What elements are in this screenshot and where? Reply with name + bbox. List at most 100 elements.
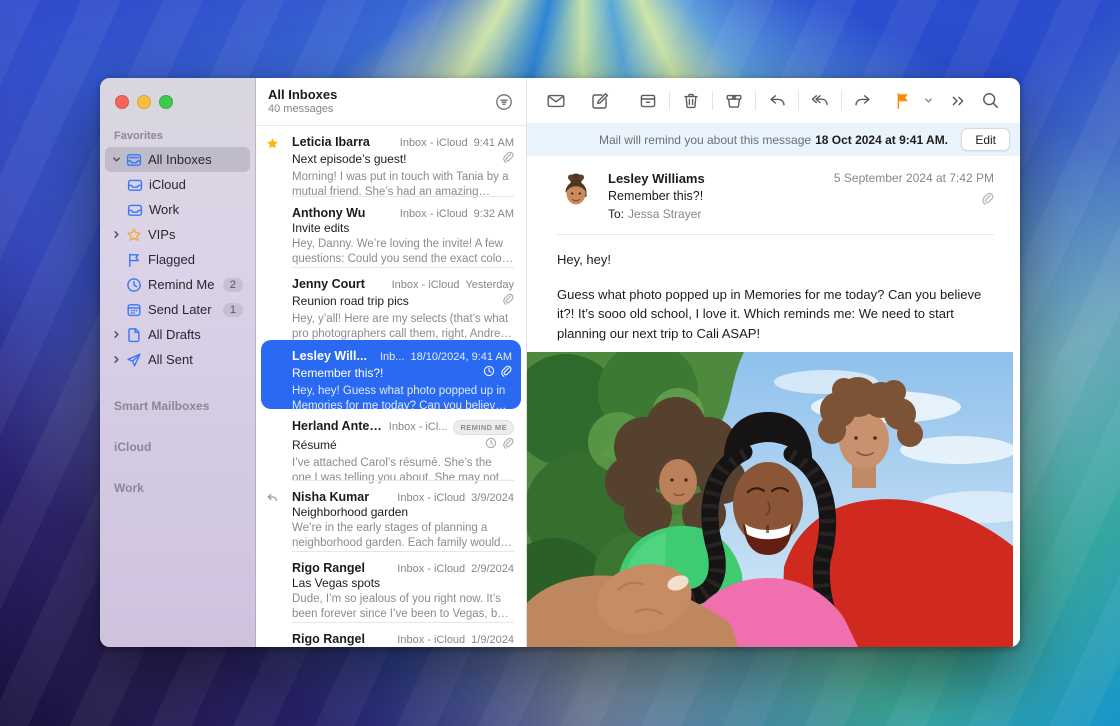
sidebar-item-send-later[interactable]: Send Later 1 <box>105 297 250 322</box>
message-mailbox: Inb... <box>380 351 404 363</box>
chevron-down-icon[interactable] <box>110 155 123 164</box>
inbox-tray-icon <box>124 202 145 218</box>
clock-icon <box>123 277 144 293</box>
photo-attachment[interactable] <box>527 352 1013 647</box>
forward-button[interactable] <box>847 87 879 115</box>
reply-button[interactable] <box>761 87 793 115</box>
message-row[interactable]: Jenny Court Inbox - iCloud Yesterday Reu… <box>256 268 526 339</box>
sidebar-item-label: All Drafts <box>148 327 201 342</box>
sidebar-item-all-inboxes[interactable]: All Inboxes <box>105 147 250 172</box>
star-icon <box>123 227 144 243</box>
sidebar-item-flagged[interactable]: Flagged <box>105 247 250 272</box>
sidebar-item-label: Flagged <box>148 252 195 267</box>
body-paragraph: Guess what photo popped up in Memories f… <box>557 285 990 344</box>
sidebar: Favorites All Inboxes iCloud Work VIPs <box>100 78 256 647</box>
toolbar-divider <box>841 91 842 110</box>
message-preview: Morning! I was put in touch with Tania b… <box>292 170 514 201</box>
close-window-button[interactable] <box>115 95 129 109</box>
paperclip-icon <box>502 150 514 168</box>
sidebar-item-vips[interactable]: VIPs <box>105 222 250 247</box>
flag-icon <box>123 252 144 268</box>
desktop-wallpaper: Favorites All Inboxes iCloud Work VIPs <box>0 0 1120 726</box>
body-greeting: Hey, hey! <box>557 250 990 270</box>
document-icon <box>123 327 144 343</box>
message-date: 9:32 AM <box>474 208 514 220</box>
chevron-right-icon[interactable] <box>110 230 123 239</box>
replied-icon <box>266 492 278 504</box>
message-sender: Anthony Wu <box>292 206 394 220</box>
clock-icon <box>485 436 497 454</box>
unread-count-badge: 2 <box>223 278 243 292</box>
clock-icon <box>483 364 495 382</box>
paperclip-icon <box>502 436 514 454</box>
recipient-name[interactable]: Jessa Strayer <box>628 207 701 221</box>
toolbar-divider <box>798 91 799 110</box>
junk-button[interactable] <box>718 87 750 115</box>
work-section-label[interactable]: Work <box>114 481 255 495</box>
message-date: Yesterday <box>465 279 514 291</box>
smart-mailboxes-section-label[interactable]: Smart Mailboxes <box>114 399 255 413</box>
message-sender: Rigo Rangel <box>292 561 391 575</box>
zoom-window-button[interactable] <box>159 95 173 109</box>
message-mailbox: Inbox - iCloud <box>397 563 465 575</box>
toolbar-divider <box>755 91 756 110</box>
message-row[interactable]: Nisha Kumar Inbox - iCloud 3/9/2024 Neig… <box>256 481 526 552</box>
message-mailbox: Inbox - iCloud <box>400 137 468 149</box>
message-date: 2/9/2024 <box>471 563 514 575</box>
message-date: 5 September 2024 at 7:42 PM <box>834 171 994 185</box>
search-button[interactable] <box>974 87 1006 115</box>
sidebar-item-label: Work <box>149 202 179 217</box>
minimize-window-button[interactable] <box>137 95 151 109</box>
message-row[interactable]: Leticia Ibarra Inbox - iCloud 9:41 AM Ne… <box>256 126 526 197</box>
inbox-stack-icon <box>123 152 144 168</box>
more-toolbar-items-button[interactable] <box>942 87 974 115</box>
sidebar-item-label: Send Later <box>148 302 212 317</box>
sidebar-item-label: Remind Me <box>148 277 214 292</box>
message-row[interactable]: Rigo Rangel Inbox - iCloud 1/9/2024 <box>256 623 526 643</box>
toolbar-divider <box>669 91 670 110</box>
message-row[interactable]: Herland Antezana Inbox - iCl... REMIND M… <box>256 410 526 481</box>
message-subject-line: Remember this?! <box>608 189 834 203</box>
reminder-text: Mail will remind you about this message <box>599 133 811 147</box>
message-subject: Remember this?! <box>292 366 483 380</box>
message-preview: Dude, I’m so jealous of you right now. I… <box>292 592 514 623</box>
flag-button[interactable] <box>887 87 919 115</box>
trash-button[interactable] <box>675 87 707 115</box>
sidebar-item-all-drafts[interactable]: All Drafts <box>105 322 250 347</box>
flag-menu-chevron-icon[interactable] <box>919 87 937 115</box>
message-subject: Reunion road trip pics <box>292 294 502 308</box>
message-mailbox: Inbox - iCloud <box>397 492 465 504</box>
toolbar <box>527 78 1020 123</box>
icloud-section-label[interactable]: iCloud <box>114 440 255 454</box>
sender-avatar[interactable] <box>557 171 595 209</box>
edit-reminder-button[interactable]: Edit <box>961 128 1010 151</box>
sidebar-item-all-sent[interactable]: All Sent <box>105 347 250 372</box>
sidebar-item-icloud-inbox[interactable]: iCloud <box>119 172 250 197</box>
message-row[interactable]: Rigo Rangel Inbox - iCloud 2/9/2024 Las … <box>256 552 526 623</box>
sidebar-item-label: VIPs <box>148 227 175 242</box>
message-date: 18/10/2024, 9:41 AM <box>410 351 512 363</box>
message-subject: Résumé <box>292 438 485 452</box>
filter-button[interactable] <box>495 93 513 111</box>
archive-button[interactable] <box>632 87 664 115</box>
chevron-right-icon[interactable] <box>110 330 123 339</box>
paperclip-icon <box>500 364 512 382</box>
sidebar-item-work-inbox[interactable]: Work <box>119 197 250 222</box>
message-row[interactable]: Anthony Wu Inbox - iCloud 9:32 AM Invite… <box>256 197 526 268</box>
message-subject: Next episode’s guest! <box>292 152 502 166</box>
message-header: Lesley Williams Remember this?! To:Jessa… <box>527 156 1020 221</box>
message-list-column: All Inboxes 40 messages Leticia Ibarra I… <box>256 78 527 647</box>
compose-button[interactable] <box>584 87 616 115</box>
paper-plane-icon <box>123 352 144 368</box>
sidebar-item-remind-me[interactable]: Remind Me 2 <box>105 272 250 297</box>
inbox-tray-icon <box>124 177 145 193</box>
message-mailbox: Inbox - iCloud <box>392 279 460 291</box>
message-sender: Rigo Rangel <box>292 632 391 646</box>
toolbar-divider <box>712 91 713 110</box>
reading-pane: Mail will remind you about this message … <box>527 78 1020 647</box>
message-subject: Invite edits <box>292 221 514 235</box>
message-row-selected[interactable]: Lesley Will... Inb... 18/10/2024, 9:41 A… <box>261 340 521 409</box>
chevron-right-icon[interactable] <box>110 355 123 364</box>
reply-all-button[interactable] <box>804 87 836 115</box>
get-mail-button[interactable] <box>540 87 572 115</box>
